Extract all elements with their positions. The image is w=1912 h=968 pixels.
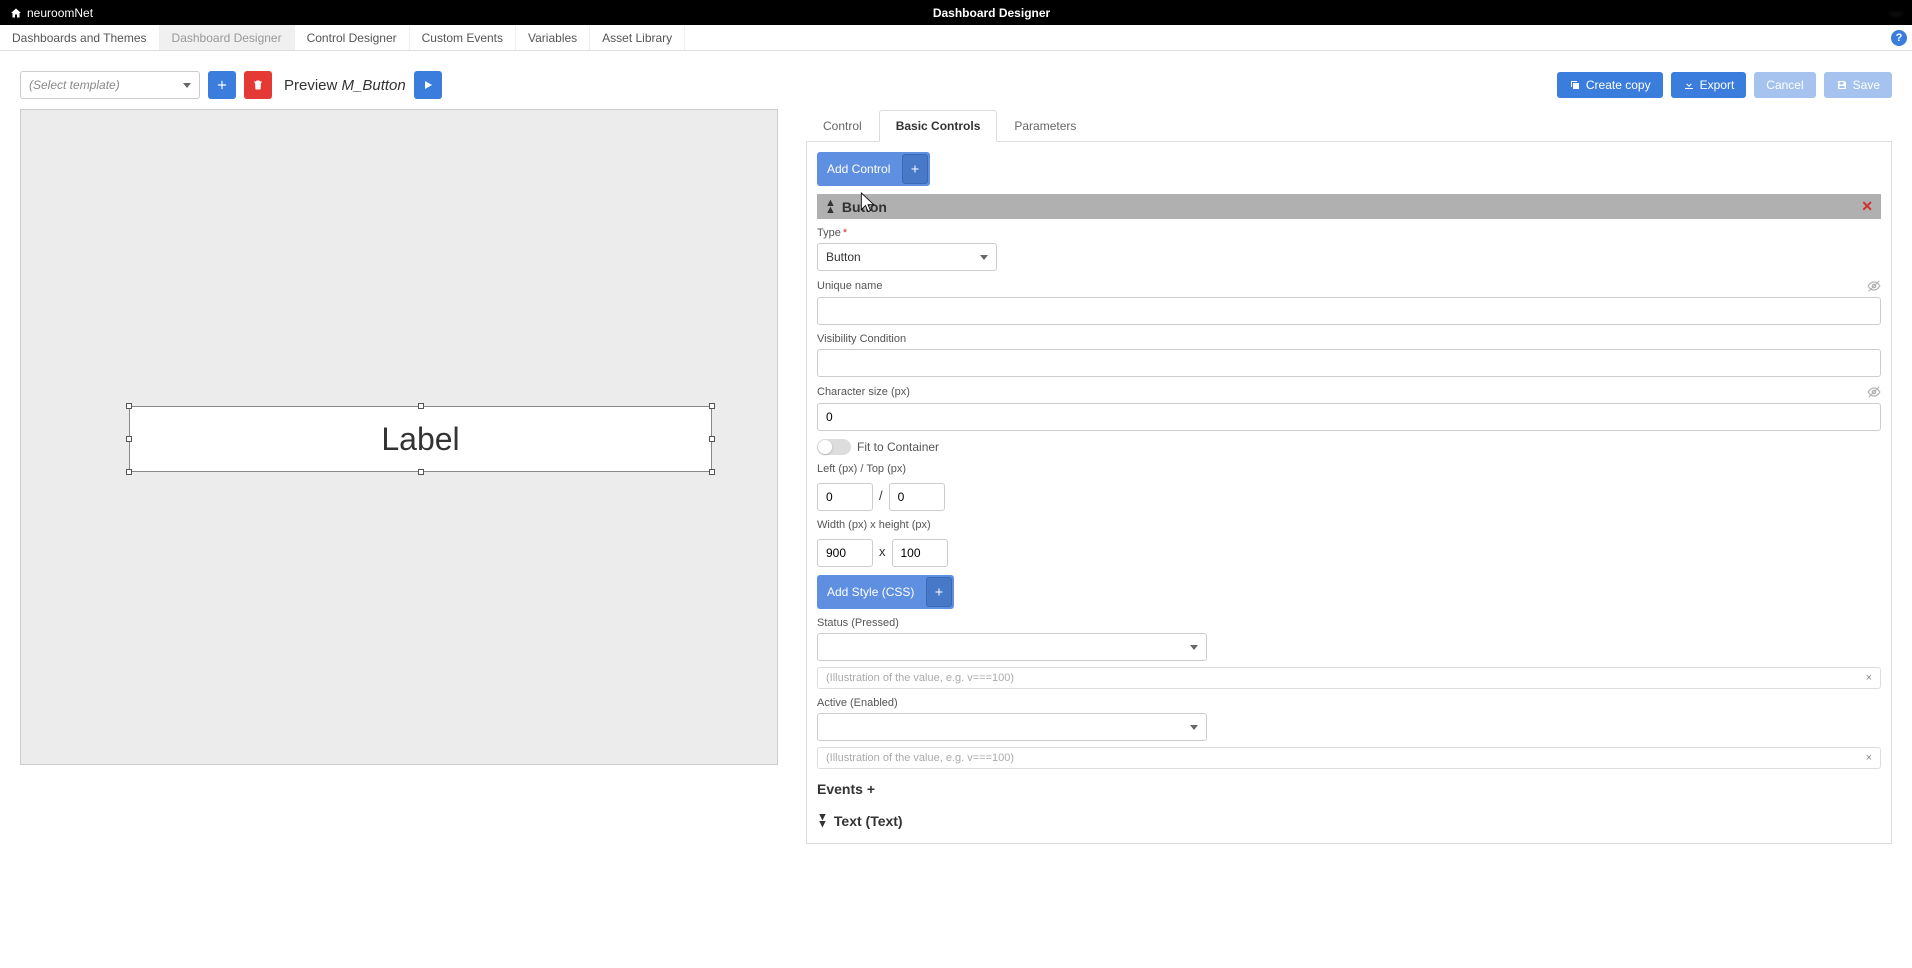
active-illustration-input[interactable]: (Illustration of the value, e.g. v===100… bbox=[817, 747, 1881, 769]
copy-icon bbox=[1569, 79, 1581, 91]
left-top-label: Left (px) / Top (px) bbox=[817, 463, 1881, 475]
add-button[interactable] bbox=[208, 71, 236, 99]
toolbar: (Select template) Preview M_Button Creat… bbox=[0, 51, 1912, 109]
user-menu[interactable]: — bbox=[1890, 6, 1902, 20]
brand-label: neuroomNet bbox=[27, 6, 93, 20]
resize-handle[interactable] bbox=[126, 469, 132, 475]
tab-basic-controls[interactable]: Basic Controls bbox=[879, 110, 998, 142]
delete-button[interactable] bbox=[244, 71, 272, 99]
nav-dashboards-themes[interactable]: Dashboards and Themes bbox=[0, 25, 160, 50]
resize-handle[interactable] bbox=[709, 403, 715, 409]
resize-handle[interactable] bbox=[418, 403, 424, 409]
section-text-header[interactable]: ▲▲ Text (Text) bbox=[817, 809, 1881, 833]
plus-icon: + bbox=[867, 781, 875, 797]
nav-variables[interactable]: Variables bbox=[516, 25, 590, 50]
topbar: neuroomNet Dashboard Designer — bbox=[0, 0, 1912, 25]
visibility-condition-label: Visibility Condition bbox=[817, 333, 1881, 345]
nav-asset-library[interactable]: Asset Library bbox=[590, 25, 685, 50]
save-icon bbox=[1836, 79, 1848, 91]
section-button-header[interactable]: ▲▲ Button ✕ bbox=[817, 194, 1881, 219]
template-select[interactable]: (Select template) bbox=[20, 71, 200, 99]
status-pressed-label: Status (Pressed) bbox=[817, 617, 1881, 629]
add-control-button[interactable]: Add Control bbox=[817, 152, 930, 186]
char-size-label: Character size (px) bbox=[817, 385, 1881, 399]
visibility-condition-input[interactable] bbox=[817, 349, 1881, 377]
chevron-down-icon bbox=[183, 83, 191, 88]
fit-to-container-toggle[interactable] bbox=[817, 439, 851, 455]
help-icon: ? bbox=[1891, 30, 1907, 46]
play-icon bbox=[422, 79, 434, 91]
type-select[interactable]: Button bbox=[817, 243, 997, 271]
unique-name-input[interactable] bbox=[817, 297, 1881, 325]
width-input[interactable] bbox=[817, 539, 873, 567]
height-input[interactable] bbox=[892, 539, 948, 567]
remove-section-button[interactable]: ✕ bbox=[1861, 198, 1873, 215]
trash-icon bbox=[252, 78, 264, 92]
active-enabled-select[interactable] bbox=[817, 713, 1207, 741]
active-enabled-label: Active (Enabled) bbox=[817, 697, 1881, 709]
main-area: Label Control Basic Controls Parameters … bbox=[0, 109, 1912, 864]
visibility-toggle-icon[interactable] bbox=[1867, 385, 1881, 399]
create-copy-button[interactable]: Create copy bbox=[1557, 72, 1663, 98]
export-button[interactable]: Export bbox=[1671, 72, 1747, 98]
design-canvas[interactable]: Label bbox=[20, 109, 778, 765]
fit-to-container-label: Fit to Container bbox=[857, 440, 939, 454]
cancel-button[interactable]: Cancel bbox=[1754, 72, 1815, 98]
expand-icon: ▲▲ bbox=[817, 814, 828, 827]
resize-handle[interactable] bbox=[126, 436, 132, 442]
canvas-button-label[interactable]: Label bbox=[129, 406, 712, 472]
section-events-header[interactable]: Events + bbox=[817, 777, 1881, 801]
collapse-icon: ▲▲ bbox=[825, 200, 836, 213]
unique-name-label: Unique name bbox=[817, 279, 1881, 293]
resize-handle[interactable] bbox=[418, 469, 424, 475]
plus-icon bbox=[215, 78, 229, 92]
plus-icon bbox=[926, 577, 952, 607]
clear-icon[interactable]: × bbox=[1866, 752, 1872, 764]
visibility-toggle-icon[interactable] bbox=[1867, 279, 1881, 293]
top-input[interactable] bbox=[889, 483, 945, 511]
panel-tabs: Control Basic Controls Parameters bbox=[806, 109, 1892, 142]
resize-handle[interactable] bbox=[126, 403, 132, 409]
width-height-label: Width (px) x height (px) bbox=[817, 519, 1881, 531]
chevron-down-icon bbox=[1190, 725, 1198, 730]
type-label: Type * bbox=[817, 227, 1881, 239]
left-input[interactable] bbox=[817, 483, 873, 511]
tab-parameters[interactable]: Parameters bbox=[997, 110, 1093, 142]
template-placeholder: (Select template) bbox=[29, 78, 120, 92]
properties-panel: Control Basic Controls Parameters Add Co… bbox=[806, 109, 1892, 844]
resize-handle[interactable] bbox=[709, 436, 715, 442]
chevron-down-icon bbox=[980, 255, 988, 260]
char-size-input[interactable] bbox=[817, 403, 1881, 431]
section-title: Text (Text) bbox=[834, 813, 1881, 829]
nav-custom-events[interactable]: Custom Events bbox=[410, 25, 516, 50]
page-title: Dashboard Designer bbox=[93, 6, 1890, 20]
clear-icon[interactable]: × bbox=[1866, 672, 1872, 684]
navbar: Dashboards and Themes Dashboard Designer… bbox=[0, 25, 1912, 51]
tab-control[interactable]: Control bbox=[806, 110, 879, 142]
home-icon bbox=[10, 7, 22, 19]
home-link[interactable]: neuroomNet bbox=[10, 6, 93, 20]
nav-dashboard-designer[interactable]: Dashboard Designer bbox=[160, 25, 295, 50]
section-title: Button bbox=[842, 199, 1855, 215]
chevron-down-icon bbox=[1190, 645, 1198, 650]
preview-label: Preview M_Button bbox=[284, 77, 406, 94]
save-button[interactable]: Save bbox=[1824, 72, 1892, 98]
plus-icon bbox=[902, 154, 928, 184]
nav-control-designer[interactable]: Control Designer bbox=[295, 25, 410, 50]
panel-body: Add Control ▲▲ Button ✕ Type * Button Un… bbox=[806, 142, 1892, 844]
status-pressed-select[interactable] bbox=[817, 633, 1207, 661]
canvas-item-text: Label bbox=[381, 421, 459, 458]
resize-handle[interactable] bbox=[709, 469, 715, 475]
download-icon bbox=[1683, 79, 1695, 91]
play-button[interactable] bbox=[414, 71, 442, 99]
status-illustration-input[interactable]: (Illustration of the value, e.g. v===100… bbox=[817, 667, 1881, 689]
help-button[interactable]: ? bbox=[1886, 25, 1912, 50]
add-style-button[interactable]: Add Style (CSS) bbox=[817, 575, 954, 609]
